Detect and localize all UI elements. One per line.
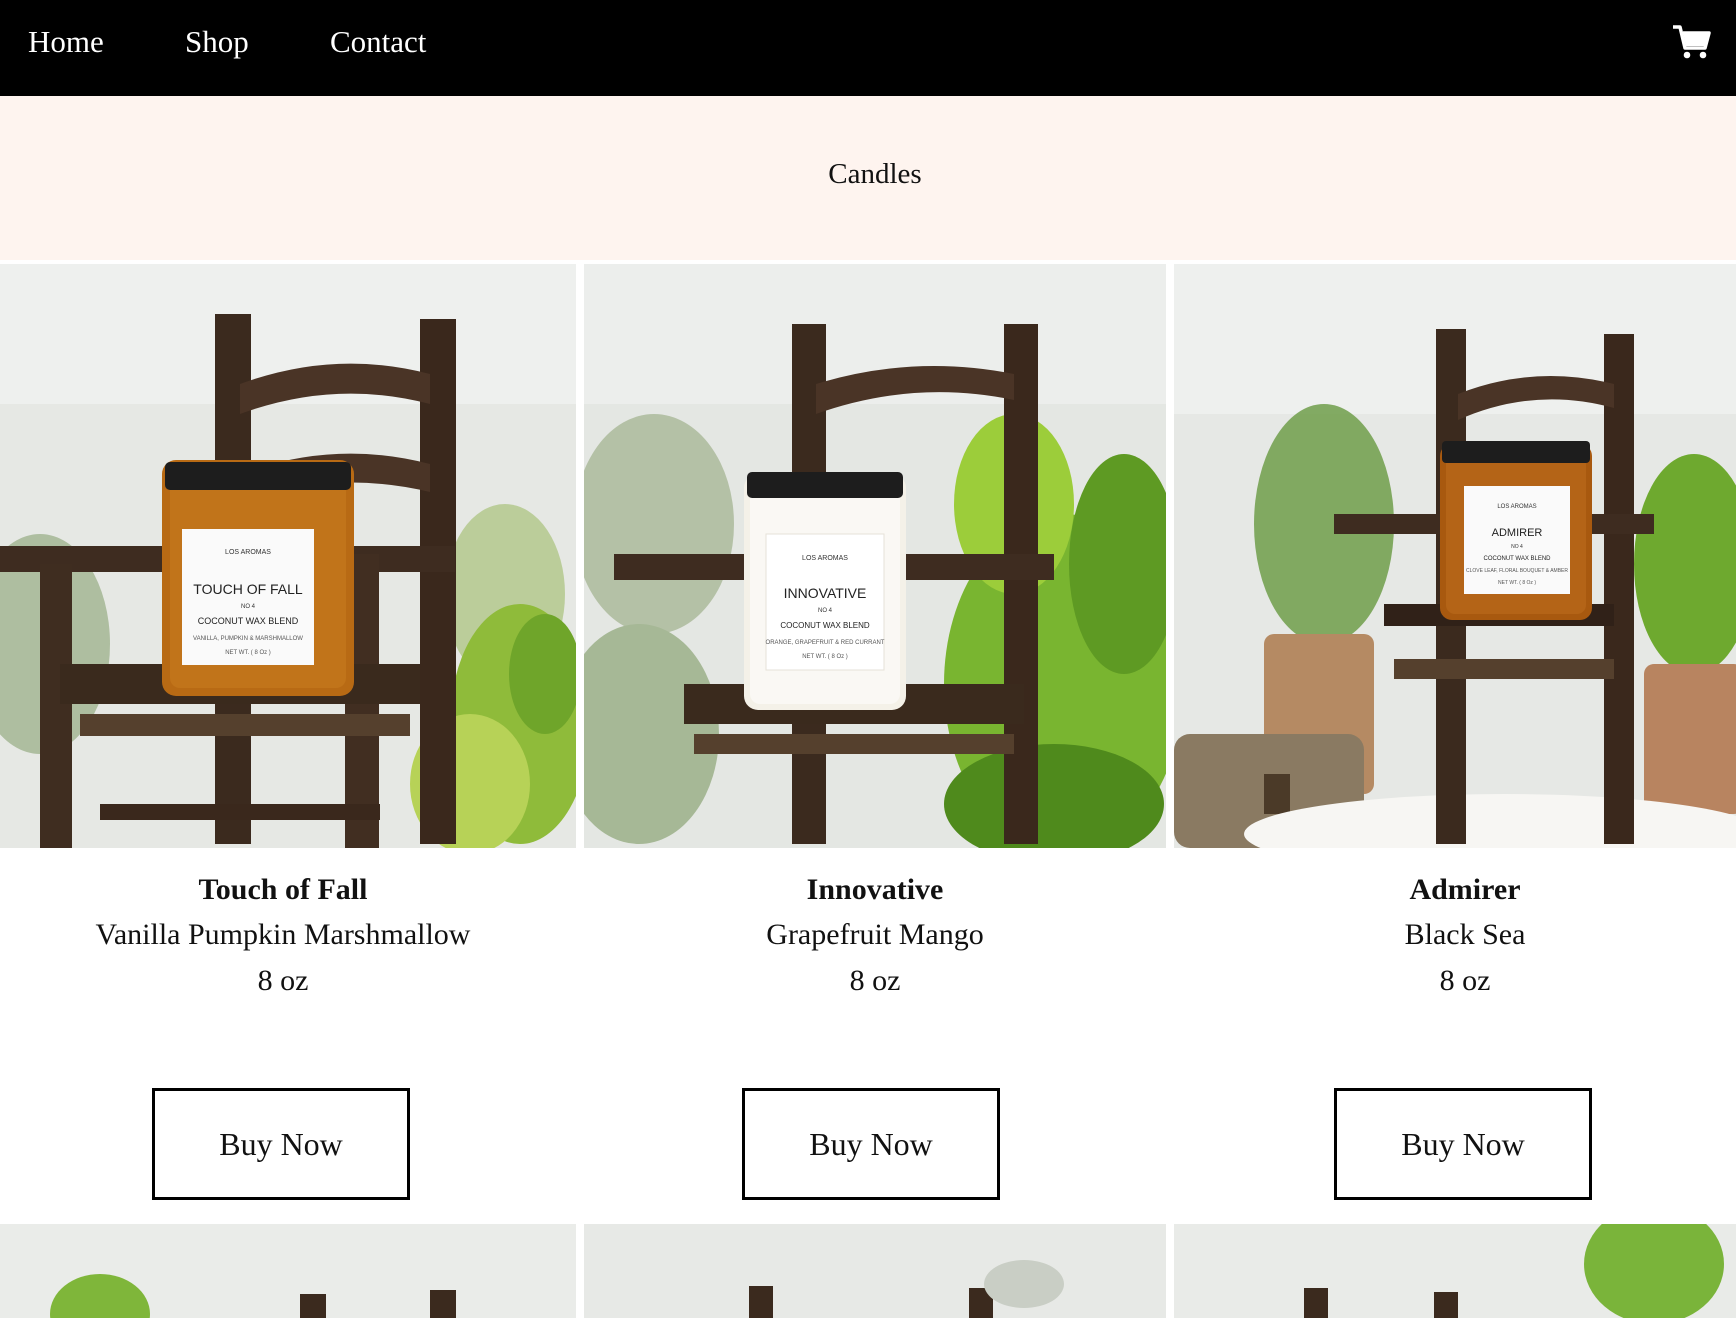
product-image-row2-2[interactable]	[584, 1224, 1166, 1318]
product-image-row2-1[interactable]	[0, 1224, 576, 1318]
product-name: Touch of Fall	[198, 873, 368, 906]
nav-link-home[interactable]: Home	[28, 22, 104, 62]
product-size: 8 oz	[1439, 964, 1491, 997]
nav-link-shop[interactable]: Shop	[185, 22, 249, 62]
product-image-admirer[interactable]: LOS AROMAS ADMIRER NO 4 COCONUT WAX BLEN…	[1174, 264, 1736, 848]
product-name: Innovative	[806, 873, 944, 906]
product-image-row2-3[interactable]	[1174, 1224, 1736, 1318]
jar-label-blend: COCONUT WAX BLEND	[198, 616, 299, 626]
product-scent: Black Sea	[1404, 918, 1526, 951]
jar-label-no: NO 4	[241, 604, 256, 610]
jar-label-no: NO 4	[818, 608, 833, 614]
product-name: Admirer	[1409, 873, 1521, 906]
jar-label-weight: NET WT. ( 8 Oz )	[802, 654, 848, 660]
product-scent: Vanilla Pumpkin Marshmallow	[95, 918, 471, 951]
jar-label-no: NO 4	[1511, 544, 1523, 550]
jar-label-weight: NET WT. ( 8 Oz )	[1498, 580, 1536, 586]
jar-label-weight: NET WT. ( 8 Oz )	[225, 650, 271, 656]
jar-label-brand: LOS AROMAS	[1497, 504, 1536, 510]
jar-label-brand: LOS AROMAS	[802, 555, 848, 562]
product-scent: Grapefruit Mango	[766, 918, 984, 951]
nav-link-contact[interactable]: Contact	[330, 22, 426, 62]
product-info-touch-of-fall: Touch of Fall Vanilla Pumpkin Marshmallo…	[0, 868, 566, 1004]
jar-label-brand: LOS AROMAS	[225, 549, 271, 556]
buy-now-button-touch-of-fall[interactable]: Buy Now	[152, 1088, 410, 1200]
category-banner: Candles	[0, 96, 1736, 260]
jar-label-title: ADMIRER	[1492, 527, 1543, 539]
jar-label-blend: COCONUT WAX BLEND	[1483, 556, 1551, 562]
buy-now-button-admirer[interactable]: Buy Now	[1334, 1088, 1592, 1200]
jar-label-notes: VANILLA, PUMPKIN & MARSHMALLOW	[193, 636, 303, 642]
jar-label-blend: COCONUT WAX BLEND	[780, 621, 870, 630]
jar-label-notes: ORANGE, GRAPEFRUIT & RED CURRANT	[766, 640, 885, 646]
category-title: Candles	[828, 158, 922, 190]
product-size: 8 oz	[257, 964, 309, 997]
shopping-cart-icon[interactable]	[1672, 24, 1712, 60]
product-info-innovative: Innovative Grapefruit Mango 8 oz	[584, 868, 1166, 1004]
jar-label-title: INNOVATIVE	[784, 585, 867, 601]
product-image-touch-of-fall[interactable]: LOS AROMAS TOUCH OF FALL NO 4 COCONUT WA…	[0, 264, 576, 848]
product-info-admirer: Admirer Black Sea 8 oz	[1174, 868, 1736, 1004]
jar-label-title: TOUCH OF FALL	[193, 581, 303, 597]
buy-now-button-innovative[interactable]: Buy Now	[742, 1088, 1000, 1200]
product-image-innovative[interactable]: LOS AROMAS INNOVATIVE NO 4 COCONUT WAX B…	[584, 264, 1166, 848]
top-navigation-bar: Home Shop Contact	[0, 0, 1736, 96]
jar-label-notes: CLOVE LEAF, FLORAL BOUQUET & AMBER	[1466, 568, 1568, 574]
product-size: 8 oz	[849, 964, 901, 997]
